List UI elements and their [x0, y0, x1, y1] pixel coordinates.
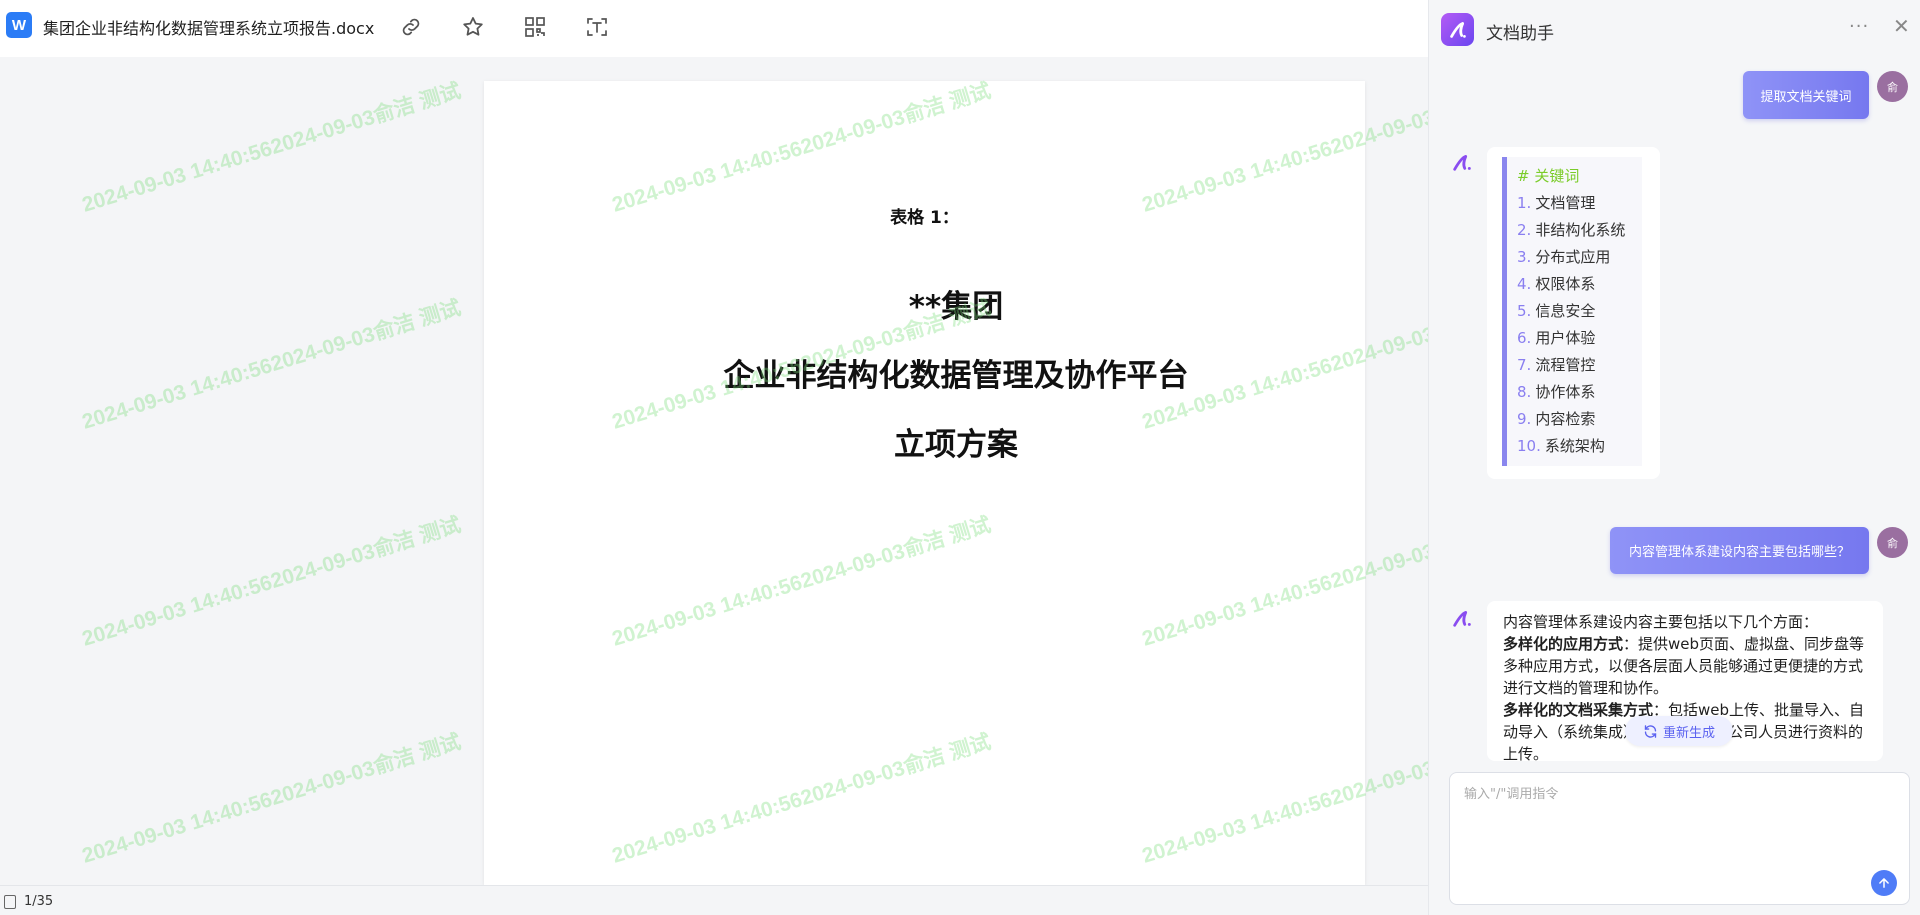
- user-message-bubble: 内容管理体系建设内容主要包括哪些？: [1610, 527, 1869, 574]
- assistant-title: 文档助手: [1486, 24, 1554, 44]
- watermark: 2024-09-03 14:40:562024-09-03俞洁 测试: [79, 296, 464, 434]
- keyword-item: 7. 流程管控: [1517, 356, 1596, 374]
- assistant-logo-icon: [1441, 13, 1474, 46]
- keyword-item: 8. 协作体系: [1517, 383, 1596, 401]
- user-avatar: 俞: [1877, 527, 1908, 558]
- watermark: 2024-09-03 14:40:562024-09-03俞洁 测试: [79, 513, 464, 651]
- keywords-block: # 关键词 1. 文档管理 2. 非结构化系统 3. 分布式应用 4. 权限体系 5. 信…: [1502, 157, 1642, 466]
- keyword-item: 6. 用户体验: [1517, 329, 1596, 347]
- send-button[interactable]: [1871, 870, 1897, 896]
- keyword-item: 2. 非结构化系统: [1517, 221, 1626, 239]
- page-icon: [4, 895, 16, 909]
- regenerate-label: 重新生成: [1662, 725, 1715, 741]
- doc-heading-line-1: **集团: [908, 289, 1004, 325]
- table-label: 表格 1：: [890, 208, 959, 228]
- refresh-icon: [1644, 724, 1657, 738]
- viewer-toolbar: W 集团企业非结构化数据管理系统立项报告.docx: [0, 0, 1428, 57]
- regenerate-button[interactable]: 重新生成: [1625, 716, 1733, 746]
- answer-intro: 内容管理体系建设内容主要包括以下几个方面：: [1503, 613, 1819, 631]
- more-options-button[interactable]: ···: [1849, 16, 1869, 37]
- keyword-item: 10. 系统架构: [1517, 437, 1605, 455]
- word-file-icon: W: [6, 12, 32, 38]
- assistant-panel: 文档助手 ··· ✕ 提取文档关键词 俞 # 关键词 1. 文档管理 2. 非结构化…: [1428, 0, 1920, 915]
- assistant-bot-icon: [1453, 155, 1471, 171]
- arrow-up-icon: [1879, 878, 1889, 888]
- file-title: 集团企业非结构化数据管理系统立项报告.docx: [43, 19, 375, 38]
- watermark: 2024-09-03 14:40:562024-09-03俞洁 测试: [79, 730, 464, 868]
- doc-heading-line-2: 企业非结构化数据管理及协作平台: [723, 358, 1189, 394]
- keyword-item: 5. 信息安全: [1517, 302, 1596, 320]
- user-avatar: 俞: [1877, 71, 1908, 102]
- qr-code-icon[interactable]: [520, 12, 550, 42]
- chat-input[interactable]: [1464, 783, 1884, 883]
- keyword-item: 4. 权限体系: [1517, 275, 1596, 293]
- star-icon[interactable]: [458, 12, 488, 42]
- status-bar: 1/35: [0, 885, 1428, 915]
- assistant-bot-icon: [1453, 611, 1471, 627]
- watermark: 2024-09-03 14:40:562024-09-03俞洁 测试: [79, 79, 464, 217]
- page-indicator: 1/35: [24, 894, 54, 909]
- user-message-bubble: 提取文档关键词: [1743, 71, 1869, 119]
- keywords-heading: # 关键词: [1517, 167, 1580, 185]
- keyword-item: 3. 分布式应用: [1517, 248, 1611, 266]
- keyword-item: 9. 内容检索: [1517, 410, 1596, 428]
- answer-paragraph: 多样化的应用方式：提供web页面、虚拟盘、同步盘等多种应用方式，以便各层面人员能…: [1503, 635, 1865, 697]
- doc-heading-line-3: 立项方案: [894, 427, 1018, 463]
- chat-input-box[interactable]: [1449, 772, 1910, 905]
- document-canvas[interactable]: 表格 1： **集团 企业非结构化数据管理及协作平台 立项方案 2024-09-…: [0, 57, 1428, 885]
- keyword-item: 1. 文档管理: [1517, 194, 1596, 212]
- keywords-response-card: # 关键词 1. 文档管理 2. 非结构化系统 3. 分布式应用 4. 权限体系 5. 信…: [1487, 147, 1660, 479]
- text-recognition-icon[interactable]: [582, 12, 612, 42]
- document-viewer: W 集团企业非结构化数据管理系统立项报告.docx 表格 1： **集团 企业非…: [0, 0, 1428, 915]
- document-page: 表格 1： **集团 企业非结构化数据管理及协作平台 立项方案: [484, 81, 1365, 885]
- link-icon[interactable]: [396, 12, 426, 42]
- close-panel-button[interactable]: ✕: [1893, 14, 1910, 38]
